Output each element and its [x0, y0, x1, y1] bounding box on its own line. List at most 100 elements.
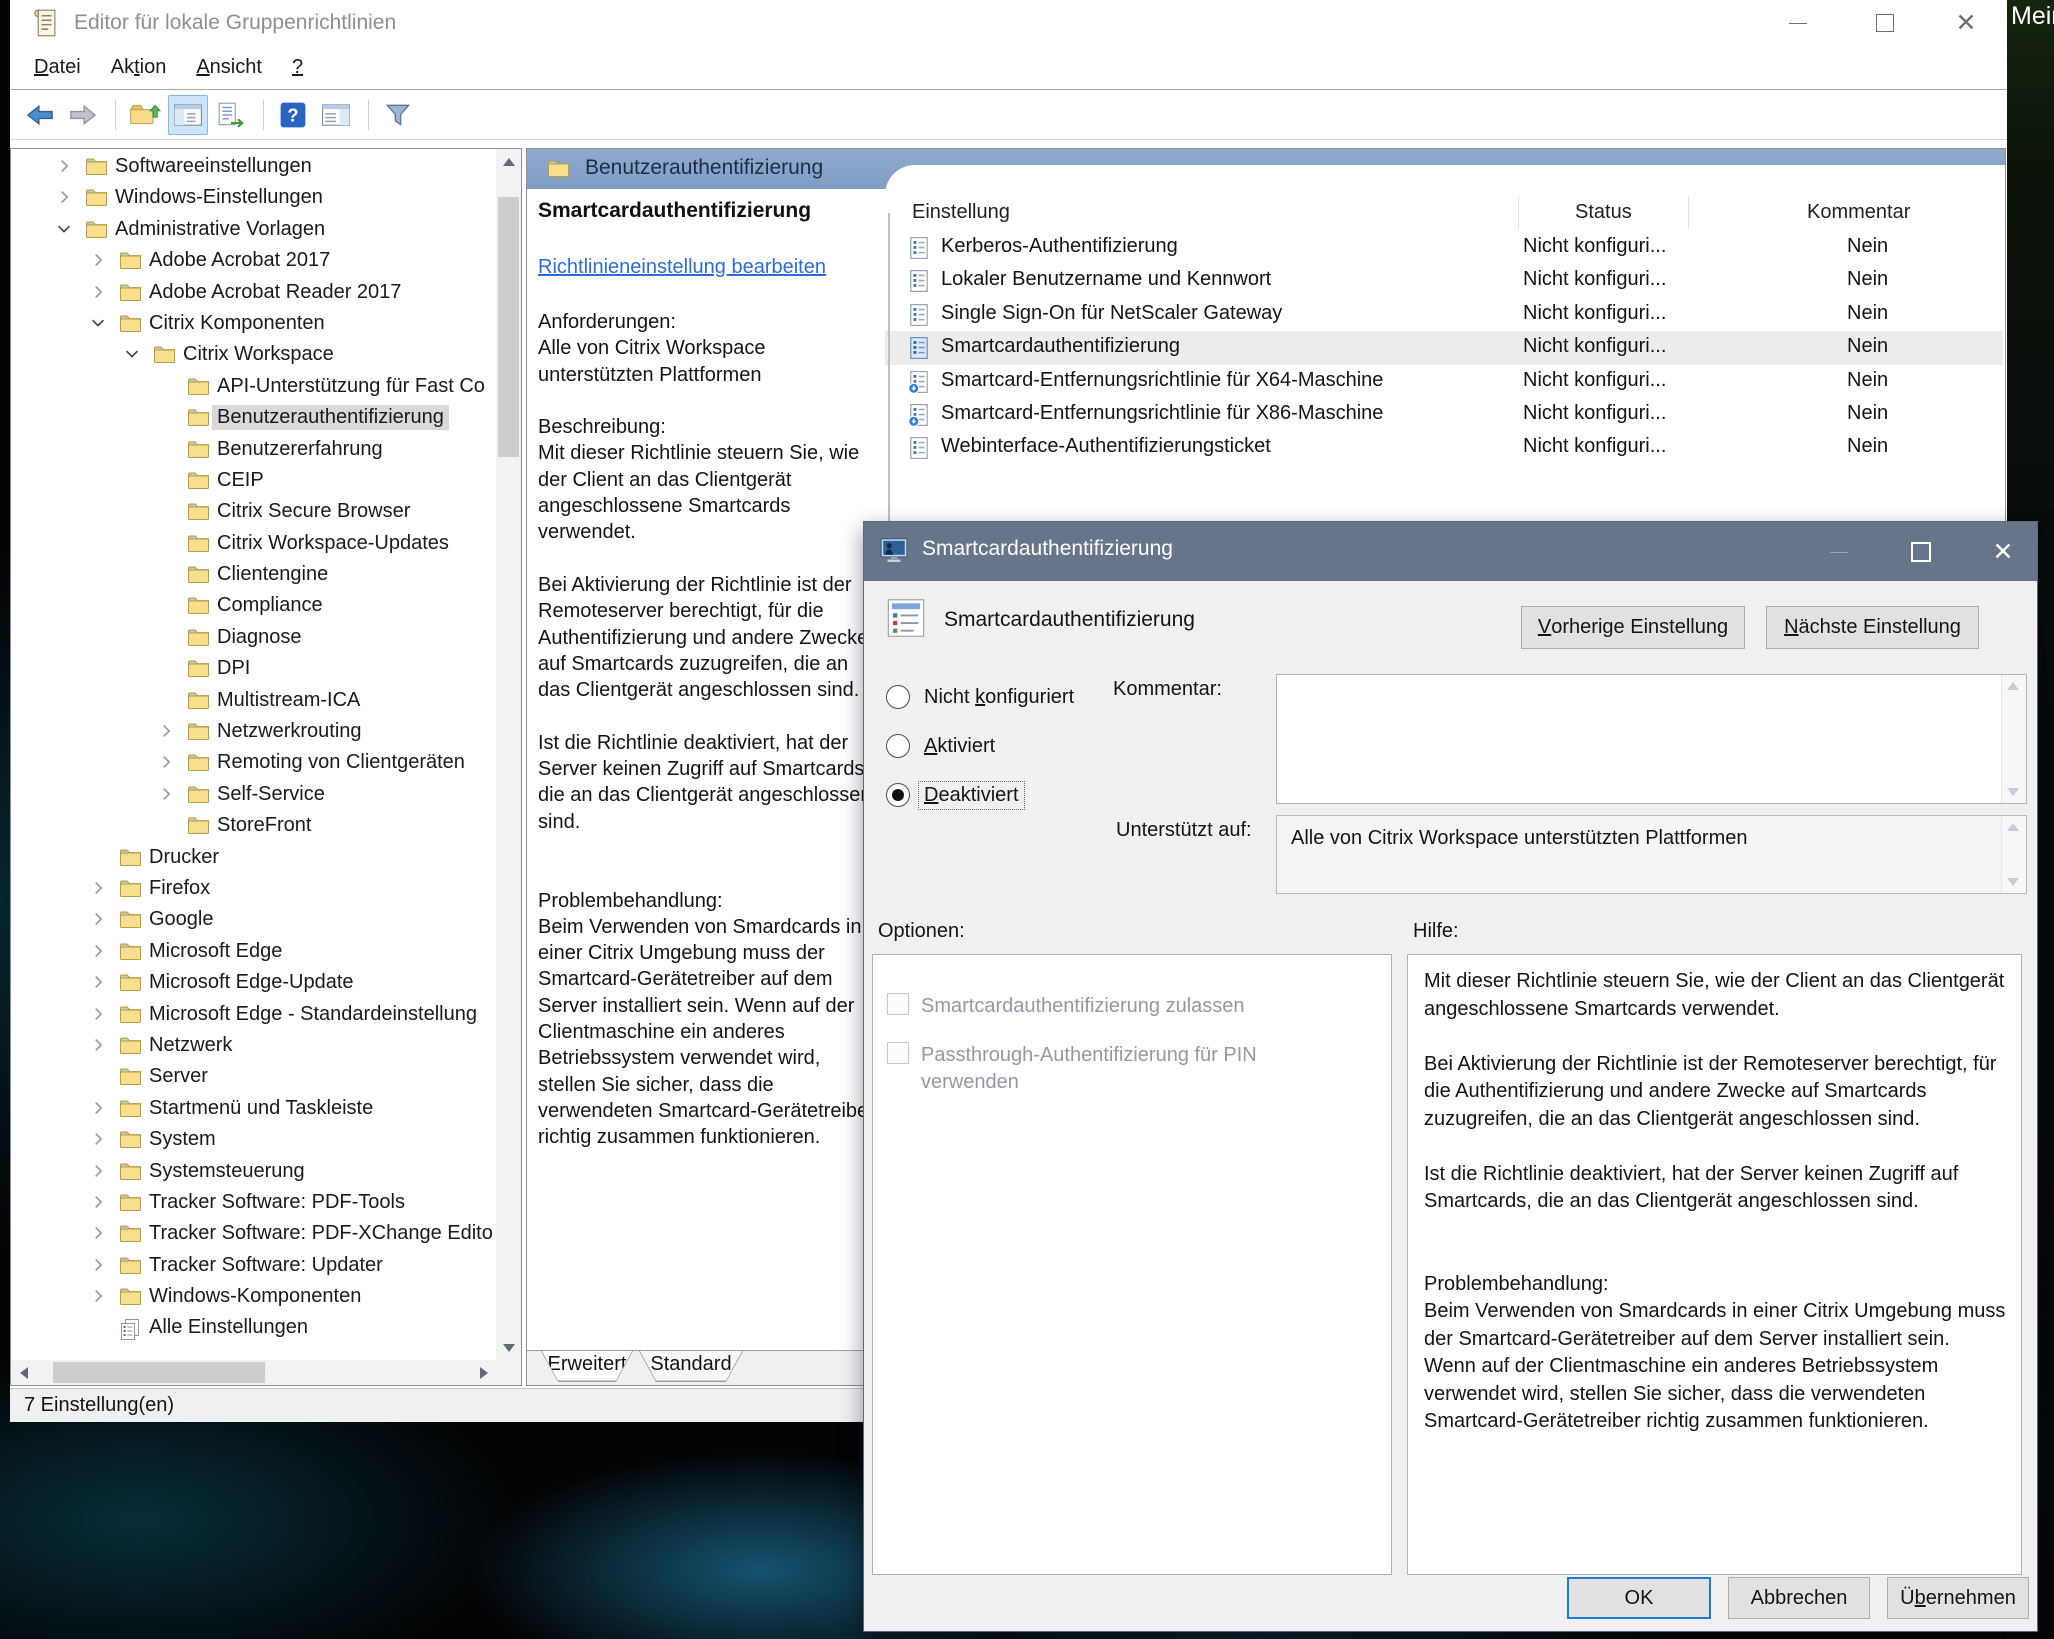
policy-row[interactable]: SmartcardauthentifizierungNicht konfigur… — [885, 331, 2003, 364]
chevron-right-icon[interactable] — [89, 251, 107, 269]
radio-button-icon[interactable] — [886, 734, 910, 758]
tree-item[interactable]: Server — [11, 1061, 495, 1092]
chevron-right-icon[interactable] — [89, 910, 107, 928]
tree-item[interactable]: Adobe Acrobat Reader 2017 — [11, 277, 495, 308]
help-button[interactable]: ? — [273, 95, 313, 135]
chevron-right-icon[interactable] — [89, 1287, 107, 1305]
close-button[interactable] — [1948, 6, 1984, 40]
radio-deaktiviert[interactable]: Deaktiviert — [886, 780, 1023, 810]
tree-horizontal-scrollbar[interactable] — [11, 1360, 496, 1385]
tree-item[interactable]: Self-Service — [11, 779, 495, 810]
dialog-close-button[interactable] — [1986, 535, 2020, 569]
comment-input[interactable] — [1279, 677, 1998, 801]
scroll-right-icon[interactable] — [471, 1360, 496, 1385]
policy-row[interactable]: Single Sign-On für NetScaler GatewayNich… — [885, 298, 2003, 331]
tree-item[interactable]: Diagnose — [11, 622, 495, 653]
next-setting-button[interactable]: Nächste Einstellung — [1766, 606, 1979, 649]
tree-vertical-scrollbar[interactable] — [496, 149, 521, 1360]
tree-item[interactable]: Microsoft Edge-Update — [11, 967, 495, 998]
tree-vscroll-thumb[interactable] — [498, 197, 519, 457]
policy-row[interactable]: Smartcard-Entfernungsrichtlinie für X64-… — [885, 365, 2003, 398]
ok-button[interactable]: OK — [1567, 1577, 1711, 1619]
tree-item[interactable]: Citrix Komponenten — [11, 308, 495, 339]
scroll-down-icon[interactable] — [496, 1335, 521, 1360]
chevron-right-icon[interactable] — [89, 1162, 107, 1180]
tree-item[interactable]: Multistream-ICA — [11, 685, 495, 716]
chevron-right-icon[interactable] — [89, 879, 107, 897]
chevron-right-icon[interactable] — [157, 785, 175, 803]
menu-item-ansicht[interactable]: Ansicht — [196, 56, 262, 79]
back-arrow-button[interactable] — [20, 95, 60, 135]
radio-button-icon[interactable] — [886, 783, 910, 807]
tree-item[interactable]: Clientengine — [11, 559, 495, 590]
column-divider[interactable] — [1518, 197, 1519, 229]
tree-item[interactable]: CEIP — [11, 465, 495, 496]
forward-arrow-button[interactable] — [63, 95, 103, 135]
menu-item-?[interactable]: ? — [292, 56, 303, 79]
chevron-right-icon[interactable] — [89, 973, 107, 991]
tree-item[interactable]: Tracker Software: PDF-Tools — [11, 1187, 495, 1218]
tree-hscroll-thumb[interactable] — [53, 1362, 265, 1383]
radio-aktiviert[interactable]: Aktiviert — [886, 731, 999, 761]
minimize-button[interactable] — [1780, 6, 1816, 40]
radio-nicht-konfiguriert[interactable]: Nicht konfiguriert — [886, 682, 1078, 712]
chevron-down-icon[interactable] — [89, 314, 107, 332]
tree-item[interactable]: System — [11, 1124, 495, 1155]
tree-item[interactable]: Remoting von Clientgeräten — [11, 747, 495, 778]
tree-item[interactable]: API-Unterstützung für Fast Co — [11, 371, 495, 402]
chevron-right-icon[interactable] — [55, 157, 73, 175]
tree-item[interactable]: Tracker Software: Updater — [11, 1250, 495, 1281]
filter-button[interactable] — [378, 95, 418, 135]
show-console-tree-button[interactable] — [168, 95, 208, 135]
tree-item[interactable]: Tracker Software: PDF-XChange Edito — [11, 1218, 495, 1249]
tree-item[interactable]: Citrix Secure Browser — [11, 496, 495, 527]
tree-item[interactable]: Microsoft Edge - Standardeinstellung — [11, 999, 495, 1030]
tree-item[interactable]: Google — [11, 904, 495, 935]
tree-item[interactable]: Drucker — [11, 842, 495, 873]
tree-item[interactable]: Netzwerk — [11, 1030, 495, 1061]
tree-item[interactable]: Benutzerauthentifizierung — [11, 402, 495, 433]
cancel-button[interactable]: Abbrechen — [1728, 1577, 1870, 1619]
scroll-left-icon[interactable] — [11, 1360, 36, 1385]
chevron-down-icon[interactable] — [123, 345, 141, 363]
chevron-right-icon[interactable] — [55, 188, 73, 206]
export-list-button[interactable] — [211, 95, 251, 135]
chevron-down-icon[interactable] — [55, 220, 73, 238]
chevron-right-icon[interactable] — [89, 1130, 107, 1148]
chevron-right-icon[interactable] — [157, 753, 175, 771]
tree-item[interactable]: Citrix Workspace-Updates — [11, 528, 495, 559]
previous-setting-button[interactable]: Vorherige Einstellung — [1521, 606, 1745, 649]
tree-item[interactable]: Citrix Workspace — [11, 339, 495, 370]
column-header-kommentar[interactable]: Kommentar — [1807, 201, 1910, 224]
chevron-right-icon[interactable] — [157, 722, 175, 740]
tab-standard[interactable]: Standard — [639, 1351, 743, 1382]
chevron-right-icon[interactable] — [89, 1224, 107, 1242]
tree-item[interactable]: Softwareeinstellungen — [11, 151, 495, 182]
chevron-right-icon[interactable] — [89, 942, 107, 960]
tree-item[interactable]: Microsoft Edge — [11, 936, 495, 967]
radio-button-icon[interactable] — [886, 685, 910, 709]
column-header-status[interactable]: Status — [1575, 201, 1632, 224]
edit-policy-link[interactable]: Richtlinieneinstellung bearbeiten — [538, 256, 826, 279]
tree-item[interactable]: Administrative Vorlagen — [11, 214, 495, 245]
policy-row[interactable]: Kerberos-AuthentifizierungNicht konfigur… — [885, 231, 2003, 264]
tree-item[interactable]: StoreFront — [11, 810, 495, 841]
tab-erweitert[interactable]: Erweitert — [541, 1351, 633, 1382]
chevron-right-icon[interactable] — [89, 1193, 107, 1211]
column-divider[interactable] — [1688, 197, 1689, 229]
menu-item-aktion[interactable]: Aktion — [111, 56, 167, 79]
tree-item[interactable]: DPI — [11, 653, 495, 684]
chevron-right-icon[interactable] — [89, 1099, 107, 1117]
comment-scrollbar[interactable] — [2001, 675, 2026, 803]
dialog-maximize-button[interactable] — [1904, 535, 1938, 569]
chevron-right-icon[interactable] — [89, 1005, 107, 1023]
policy-row[interactable]: Smartcard-Entfernungsrichtlinie für X86-… — [885, 398, 2003, 431]
tree-item[interactable]: Windows-Komponenten — [11, 1281, 495, 1312]
tree-item[interactable]: Systemsteuerung — [11, 1156, 495, 1187]
policy-row[interactable]: Lokaler Benutzername und KennwortNicht k… — [885, 264, 2003, 297]
chevron-right-icon[interactable] — [89, 1036, 107, 1054]
apply-button[interactable]: Übernehmen — [1887, 1577, 2029, 1619]
tree-item[interactable]: Compliance — [11, 590, 495, 621]
tree-item[interactable]: Windows-Einstellungen — [11, 182, 495, 213]
tree-item[interactable]: Firefox — [11, 873, 495, 904]
